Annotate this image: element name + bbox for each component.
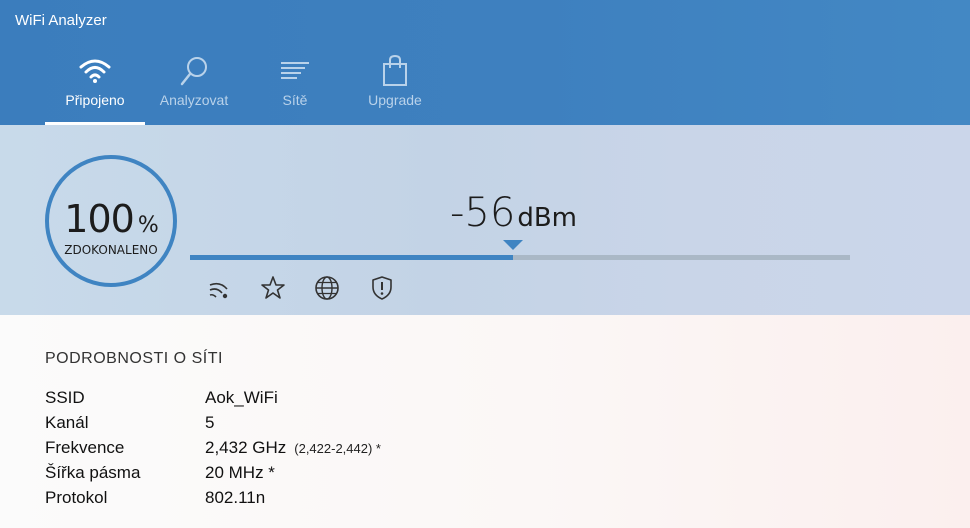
quality-value: 100% [64, 197, 158, 241]
app-header: WiFi Analyzer Připojeno Analyzovat Sítě … [0, 0, 970, 125]
quality-label: ZDOKONALENO [64, 243, 158, 257]
frequency-range: (2,422-2,442) * [294, 441, 381, 456]
signal-panel: 100% ZDOKONALENO -56dBm [0, 125, 970, 315]
star-icon[interactable] [260, 275, 286, 306]
detail-key: Šířka pásma [45, 463, 141, 482]
detail-value: 802.11n [205, 488, 266, 507]
quality-gauge: 100% ZDOKONALENO [45, 155, 177, 287]
detail-value: Aok_WiFi [205, 388, 278, 407]
tab-label: Sítě [282, 92, 308, 108]
globe-icon[interactable] [314, 275, 340, 306]
signal-strength-value: -56 [450, 190, 516, 236]
magnifier-icon [179, 55, 209, 92]
tab-upgrade[interactable]: Upgrade [358, 52, 432, 125]
signal-strength-bar [190, 255, 850, 260]
tab-site[interactable]: Sítě [260, 52, 330, 125]
network-details: PODROBNOSTI O SÍTI SSID Aok_WiFi Kanál 5… [0, 315, 970, 528]
shield-icon[interactable] [369, 275, 395, 306]
detail-value: 2,432 GHz (2,422-2,442) * [205, 438, 381, 457]
signal-strength-fill [190, 255, 514, 260]
detail-key: Protokol [45, 488, 108, 507]
tab-label: Analyzovat [159, 92, 229, 108]
signal-strength-readout: -56dBm [450, 190, 577, 236]
details-title: PODROBNOSTI O SÍTI [45, 350, 223, 367]
signal-icon[interactable] [207, 275, 233, 306]
tab-analyzovat[interactable]: Analyzovat [150, 52, 238, 125]
window-title: WiFi Analyzer [15, 12, 107, 29]
tab-label: Připojeno [65, 92, 125, 108]
signal-strength-unit: dBm [517, 203, 578, 233]
list-icon [279, 55, 311, 90]
signal-marker [503, 240, 523, 250]
shopping-bag-icon [380, 54, 410, 92]
detail-key: SSID [45, 388, 85, 407]
detail-value: 20 MHz * [205, 463, 275, 482]
detail-key: Frekvence [45, 438, 125, 457]
detail-key: Kanál [45, 413, 89, 432]
tab-label: Upgrade [368, 92, 422, 108]
detail-value: 5 [205, 413, 215, 432]
wifi-icon [78, 55, 112, 90]
tab-pripojeno[interactable]: Připojeno [45, 52, 145, 125]
